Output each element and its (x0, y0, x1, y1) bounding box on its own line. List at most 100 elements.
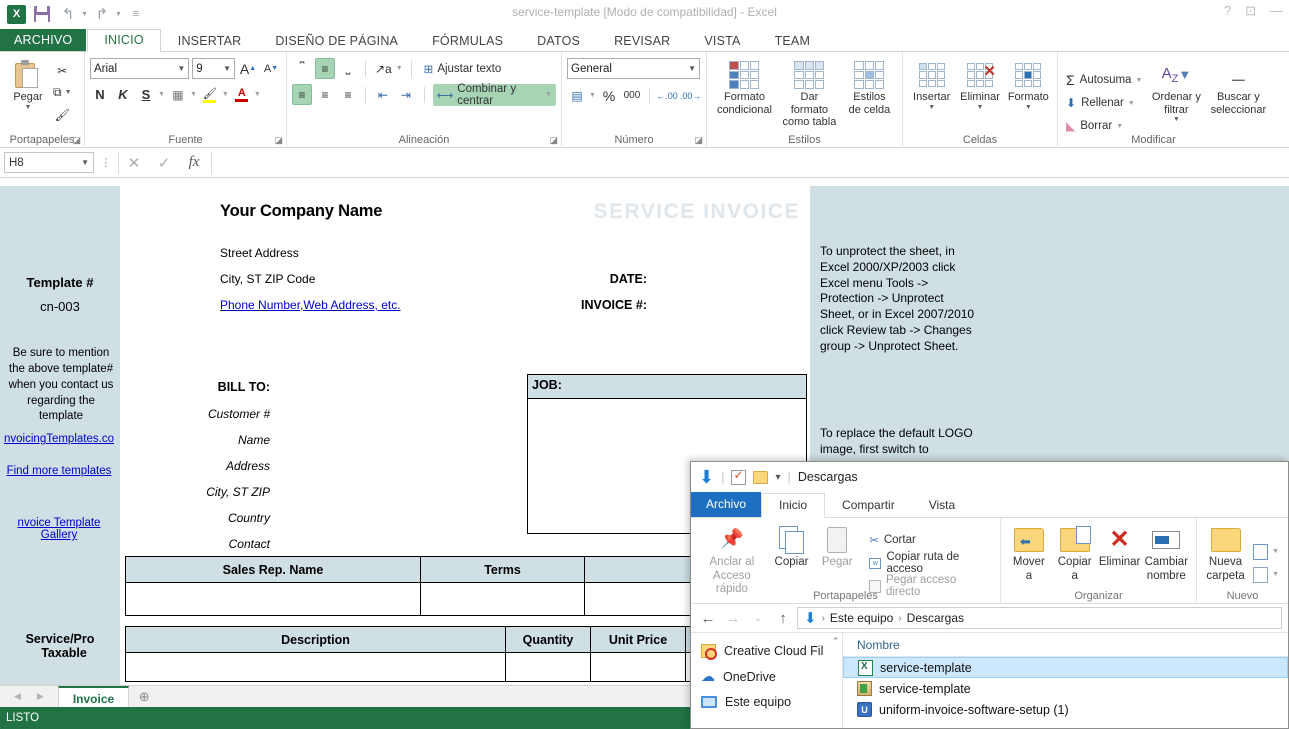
tab-datos[interactable]: DATOS (520, 31, 597, 52)
cancel-icon[interactable]: ✕ (119, 152, 149, 174)
decrease-font-size-icon[interactable]: A ▼ (261, 58, 281, 79)
recent-locations-icon[interactable]: ⌄ (747, 613, 769, 624)
format-painter-icon[interactable]: 🖌 (51, 104, 74, 125)
tab-archivo[interactable]: ARCHIVO (0, 29, 87, 52)
font-color-dropdown-icon[interactable]: ▼ (254, 91, 261, 98)
orientation-dropdown-icon[interactable]: ▼ (396, 65, 403, 72)
cell-quantity[interactable] (506, 653, 591, 681)
list-item[interactable]: service-template (843, 657, 1288, 678)
column-header-nombre[interactable]: Nombre (843, 633, 1288, 657)
cell-sales-rep-name[interactable] (126, 583, 421, 615)
decrease-decimal-icon[interactable]: .00→ (680, 85, 702, 106)
list-item[interactable]: U uniform-invoice-software-setup (1) (843, 699, 1288, 720)
formula-input[interactable] (211, 151, 1289, 174)
align-bottom-icon[interactable]: ⎵ (338, 58, 358, 79)
align-center-icon[interactable]: ≡ (315, 84, 335, 105)
file-explorer-window[interactable]: ⬇ | ▾ | Descargas Archivo Inicio Compart… (690, 461, 1289, 729)
tab-formulas[interactable]: FÓRMULAS (415, 31, 520, 52)
copy-icon[interactable]: ⧉ ▼ (51, 82, 74, 103)
fill-color-dropdown-icon[interactable]: ▼ (222, 91, 229, 98)
name-box[interactable]: H8 ▼ (4, 152, 94, 173)
borders-icon[interactable]: ▦ (168, 84, 188, 105)
insert-function-icon[interactable]: fx (179, 152, 209, 174)
increase-font-size-icon[interactable]: A ▲ (238, 58, 258, 79)
font-dialog-launcher[interactable]: ◪ (274, 135, 283, 146)
number-format-select[interactable]: General ▼ (567, 58, 700, 79)
underline-button[interactable]: S (136, 84, 156, 105)
easy-access-dropdown-icon[interactable]: ▼ (1272, 571, 1279, 578)
address-input[interactable]: ⬇ › Este equipo › Descargas (797, 607, 1282, 629)
new-item-dropdown-icon[interactable]: ▼ (1272, 548, 1279, 555)
accounting-dropdown-icon[interactable]: ▼ (589, 92, 596, 99)
autosum-button[interactable]: Σ Autosuma ▼ (1063, 69, 1145, 92)
font-size-input[interactable]: 9 ▼ (192, 58, 235, 79)
new-folder-icon[interactable] (753, 470, 769, 484)
link-template-gallery[interactable]: nvoice Template Gallery (0, 517, 118, 541)
prev-sheet-icon[interactable]: ◀ (14, 691, 21, 702)
enter-icon[interactable]: ✓ (149, 152, 179, 174)
nav-pane-scrollbar[interactable]: ⌃ (829, 633, 842, 728)
forward-icon[interactable]: → (722, 610, 744, 627)
clear-dropdown-icon[interactable]: ▼ (1116, 123, 1123, 130)
percent-style-icon[interactable]: % (599, 85, 619, 106)
wrap-text-button[interactable]: ⊞ Ajustar texto (420, 58, 506, 80)
fill-dropdown-icon[interactable]: ▼ (1128, 100, 1135, 107)
ribbon-display-options-icon[interactable]: ⊡ (1245, 4, 1256, 17)
fill-color-icon[interactable]: 🖌 (200, 84, 220, 105)
file-list[interactable]: Nombre service-template service-template… (843, 633, 1288, 728)
explorer-tab-archivo[interactable]: Archivo (691, 492, 762, 517)
clipboard-dialog-launcher[interactable]: ◪ (72, 135, 81, 146)
cell-terms[interactable] (421, 583, 585, 615)
explorer-tab-vista[interactable]: Vista (912, 494, 972, 517)
orientation-icon[interactable]: ↗a (373, 58, 394, 79)
scroll-up-icon[interactable]: ⌃ (829, 633, 842, 647)
tab-vista[interactable]: VISTA (687, 31, 757, 52)
merge-center-button[interactable]: ⟷ Combinar y centrar ▼ (432, 83, 556, 107)
font-name-input[interactable]: Arial ▼ (90, 58, 190, 79)
tab-insertar[interactable]: INSERTAR (161, 31, 259, 52)
minimize-button[interactable]: — (1270, 4, 1283, 17)
cell-unit-price[interactable] (591, 653, 686, 681)
autosum-dropdown-icon[interactable]: ▼ (1135, 77, 1142, 84)
tab-inicio[interactable]: INICIO (87, 29, 161, 52)
accounting-format-icon[interactable]: ▤ (567, 85, 587, 106)
nav-item-este-equipo[interactable]: Este equipo (691, 690, 842, 714)
add-sheet-icon[interactable]: ⊕ (129, 686, 159, 707)
tab-diseno-de-pagina[interactable]: DISEÑO DE PÁGINA (258, 31, 415, 52)
comma-style-icon[interactable]: 000 (622, 85, 642, 106)
formula-bar-expand-handle[interactable]: ⋮ (94, 156, 118, 169)
tab-team[interactable]: TEAM (758, 31, 828, 52)
easy-access-button[interactable]: ▼ (1250, 563, 1282, 586)
font-color-icon[interactable]: A (232, 84, 252, 105)
breadcrumb-este-equipo[interactable]: Este equipo (830, 611, 893, 625)
explorer-tab-inicio[interactable]: Inicio (761, 493, 826, 518)
alignment-dialog-launcher[interactable]: ◪ (549, 135, 558, 146)
align-top-icon[interactable]: ⎴ (292, 58, 312, 79)
next-sheet-icon[interactable]: ▶ (37, 691, 44, 702)
help-icon[interactable]: ? (1224, 4, 1231, 17)
increase-decimal-icon[interactable]: ←.00 (656, 85, 678, 106)
increase-indent-icon[interactable]: ⇥ (396, 84, 416, 105)
align-right-icon[interactable]: ≡ (338, 84, 358, 105)
new-item-button[interactable]: ▼ (1250, 540, 1282, 563)
list-item[interactable]: service-template (843, 678, 1288, 699)
number-dialog-launcher[interactable]: ◪ (694, 135, 703, 146)
cut-icon[interactable]: ✂ (51, 60, 74, 81)
align-left-icon[interactable]: ≡ (292, 84, 312, 105)
merge-dropdown-icon[interactable]: ▼ (545, 91, 552, 98)
cell-description[interactable] (126, 653, 506, 681)
align-middle-icon[interactable]: ≡ (315, 58, 335, 79)
customize-qat-icon[interactable]: ▾ (775, 472, 780, 483)
link-find-more-templates[interactable]: Find more templates (0, 465, 118, 477)
copy-path-button[interactable]: w Copiar ruta de acceso (866, 551, 994, 575)
nav-item-creative-cloud[interactable]: Creative Cloud Fil (691, 639, 842, 663)
up-icon[interactable]: ↑ (772, 610, 794, 627)
breadcrumb-descargas[interactable]: Descargas (907, 611, 964, 625)
link-invoicing-templates[interactable]: nvoicingTemplates.co (0, 433, 118, 445)
underline-dropdown-icon[interactable]: ▼ (158, 91, 165, 98)
back-icon[interactable]: ← (697, 610, 719, 627)
tab-revisar[interactable]: REVISAR (597, 31, 687, 52)
nav-item-onedrive[interactable]: ☁ OneDrive (691, 663, 842, 690)
bold-button[interactable]: N (90, 84, 110, 105)
borders-dropdown-icon[interactable]: ▼ (190, 91, 197, 98)
